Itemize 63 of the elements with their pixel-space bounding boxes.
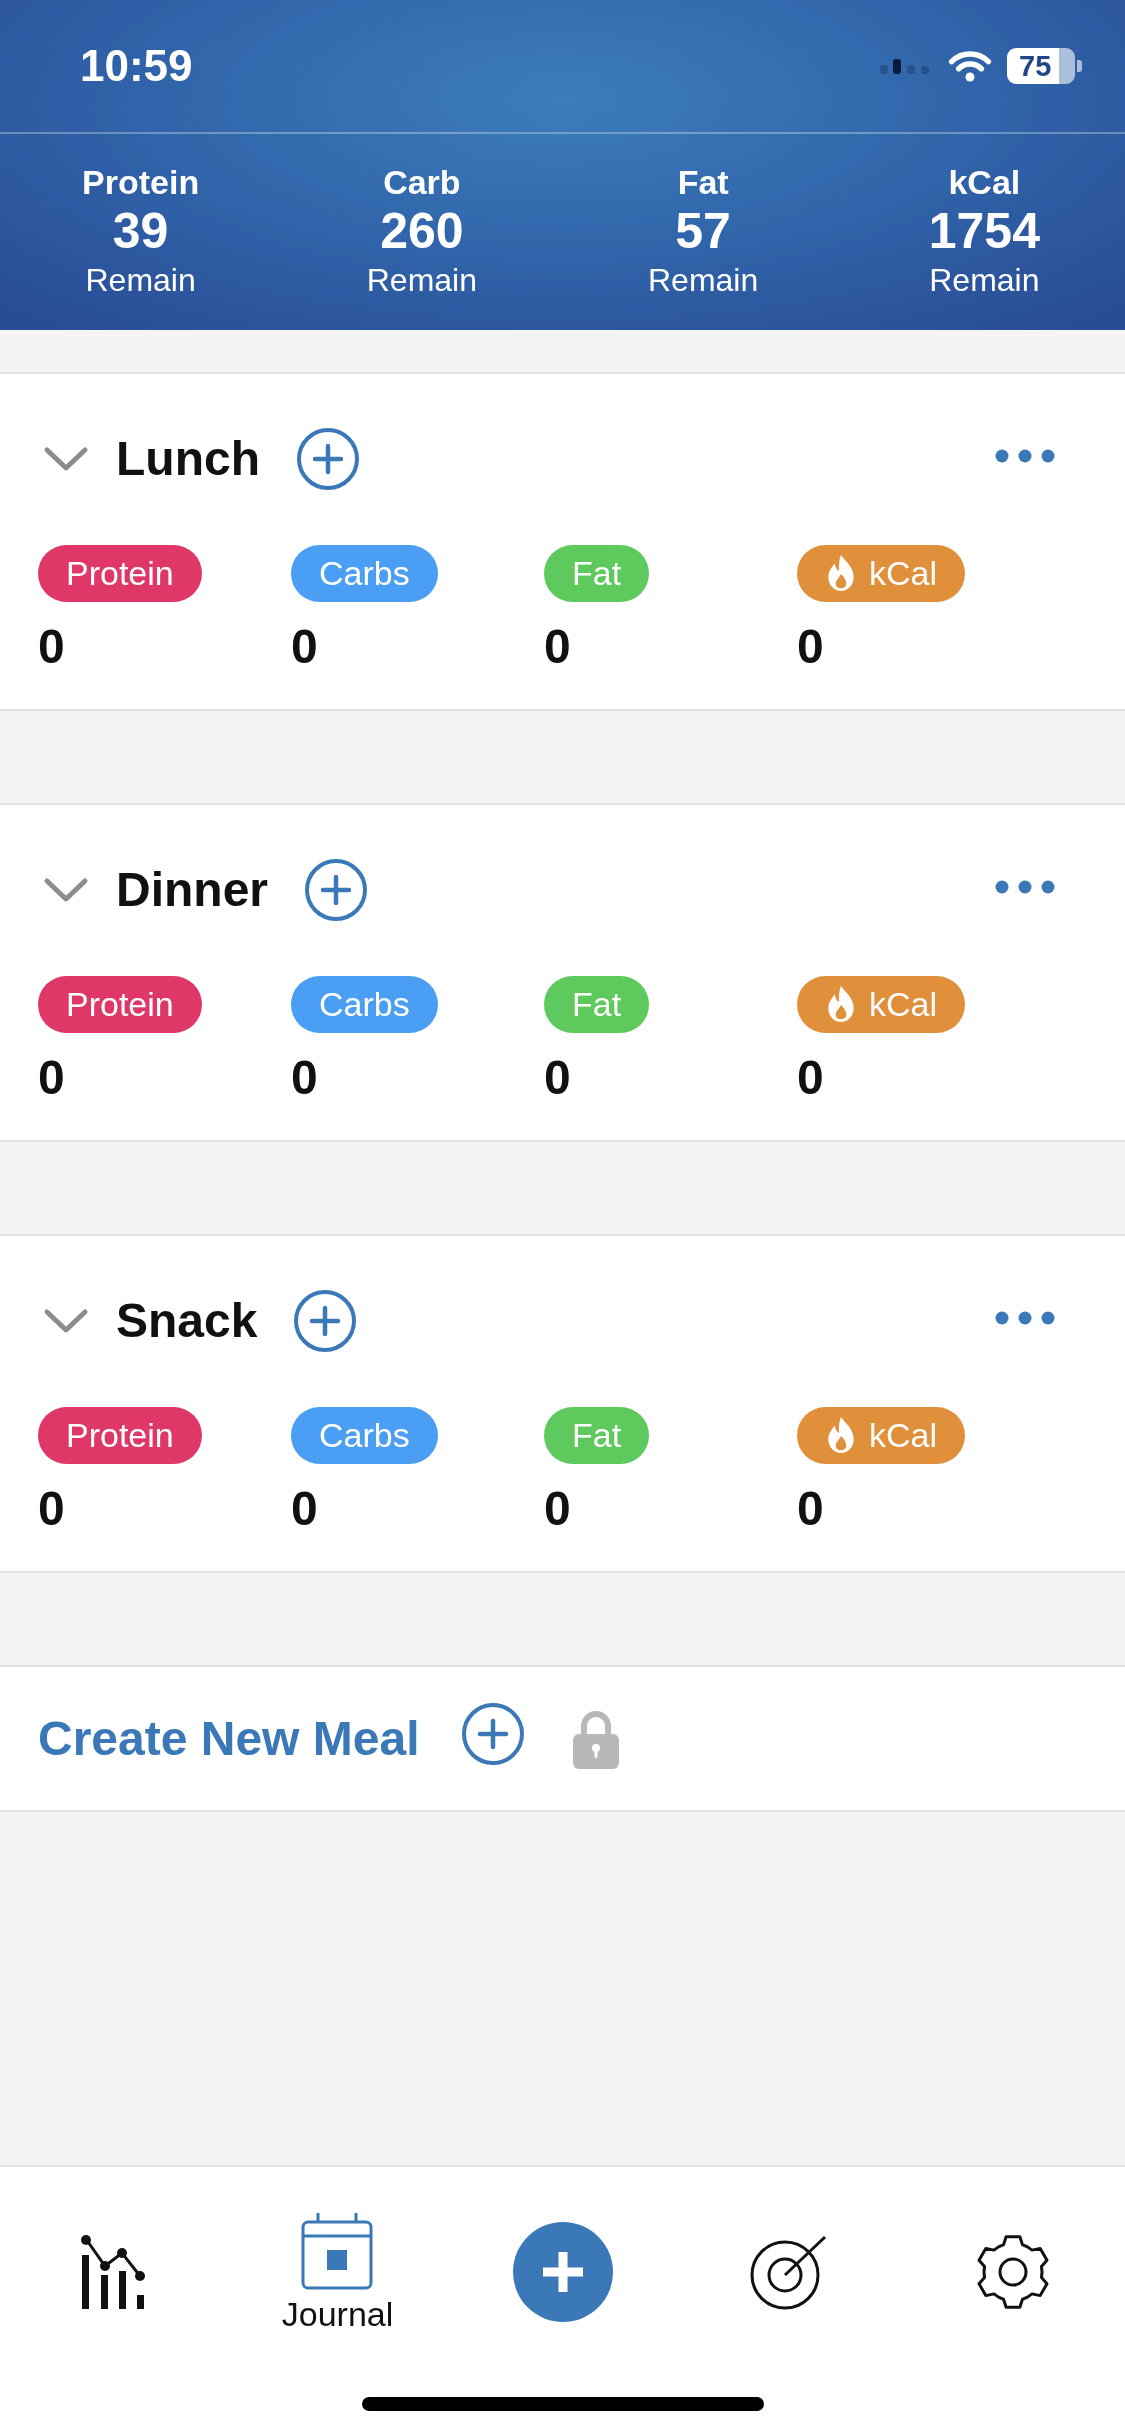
meal-title: Lunch	[116, 435, 260, 483]
macro-tag: Fat	[544, 1407, 650, 1464]
macro-tag: Carbs	[291, 976, 438, 1033]
battery-indicator: 75	[1007, 48, 1082, 84]
macro-value: 0	[38, 619, 65, 675]
more-icon[interactable]	[995, 880, 1055, 894]
macro-value: 0	[544, 1050, 571, 1106]
macro-value: 0	[797, 619, 824, 675]
clock-time: 10:59	[80, 44, 193, 88]
target-icon	[748, 2234, 827, 2310]
add-circle-icon[interactable]	[297, 428, 359, 490]
add-circle-icon[interactable]	[294, 1290, 357, 1352]
tag-label: kCal	[869, 553, 938, 594]
summary-value: 57	[675, 202, 731, 260]
meal-title: Dinner	[116, 866, 268, 914]
create-meal-link[interactable]: Create New Meal	[38, 1714, 420, 1763]
add-circle-icon[interactable]	[305, 859, 367, 921]
journal-tab[interactable]: Journal	[281, 2212, 394, 2332]
summary-caption: Remain	[85, 261, 196, 300]
macro-tag: Fat	[544, 545, 650, 602]
macro-value: 0	[38, 1481, 65, 1537]
macro-tag: Fat	[544, 976, 650, 1033]
macro-value: 0	[544, 619, 571, 675]
more-icon[interactable]	[995, 1311, 1055, 1325]
macro-value: 0	[38, 1050, 65, 1106]
summary-value: 1754	[928, 202, 1040, 260]
macro-tag: Carbs	[291, 545, 438, 602]
chart-icon	[79, 2235, 146, 2309]
summary-value: 260	[380, 202, 464, 260]
summary-label: kCal	[948, 162, 1021, 202]
chevron-icon[interactable]	[43, 1307, 89, 1335]
calendar-icon	[301, 2212, 374, 2290]
summary-label: Fat	[677, 162, 729, 202]
wifi-icon	[948, 50, 992, 82]
signal-icon	[880, 56, 930, 76]
macro-value: 0	[291, 1481, 318, 1537]
summary-caption: Remain	[648, 261, 759, 300]
macro-value: 0	[291, 1050, 318, 1106]
tag-label: kCal	[869, 1415, 938, 1456]
chevron-icon[interactable]	[43, 876, 89, 904]
chevron-icon[interactable]	[43, 445, 89, 473]
summary-value: 39	[112, 202, 169, 260]
macro-tag: Carbs	[291, 1407, 438, 1464]
more-icon[interactable]	[995, 449, 1055, 463]
macro-tag: Protein	[38, 976, 202, 1033]
summary-label: Carb	[383, 162, 461, 202]
macro-value: 0	[544, 1481, 571, 1537]
macro-value: 0	[797, 1050, 824, 1106]
flame-icon	[825, 1415, 857, 1454]
macro-tag: Protein	[38, 545, 202, 602]
target-tab[interactable]	[748, 2234, 827, 2310]
flame-icon	[825, 984, 857, 1023]
summary-label: Protein	[82, 162, 200, 202]
macro-value: 0	[291, 619, 318, 675]
summary-caption: Remain	[929, 261, 1040, 300]
macro-tag: Protein	[38, 1407, 202, 1464]
flame-icon	[825, 553, 857, 592]
macro-value: 0	[797, 1481, 824, 1537]
tag-label: kCal	[869, 984, 938, 1025]
summary-caption: Remain	[366, 261, 477, 300]
chart-tab[interactable]	[79, 2235, 146, 2309]
add-circle-icon[interactable]	[461, 1702, 524, 1765]
meal-title: Snack	[116, 1297, 258, 1345]
